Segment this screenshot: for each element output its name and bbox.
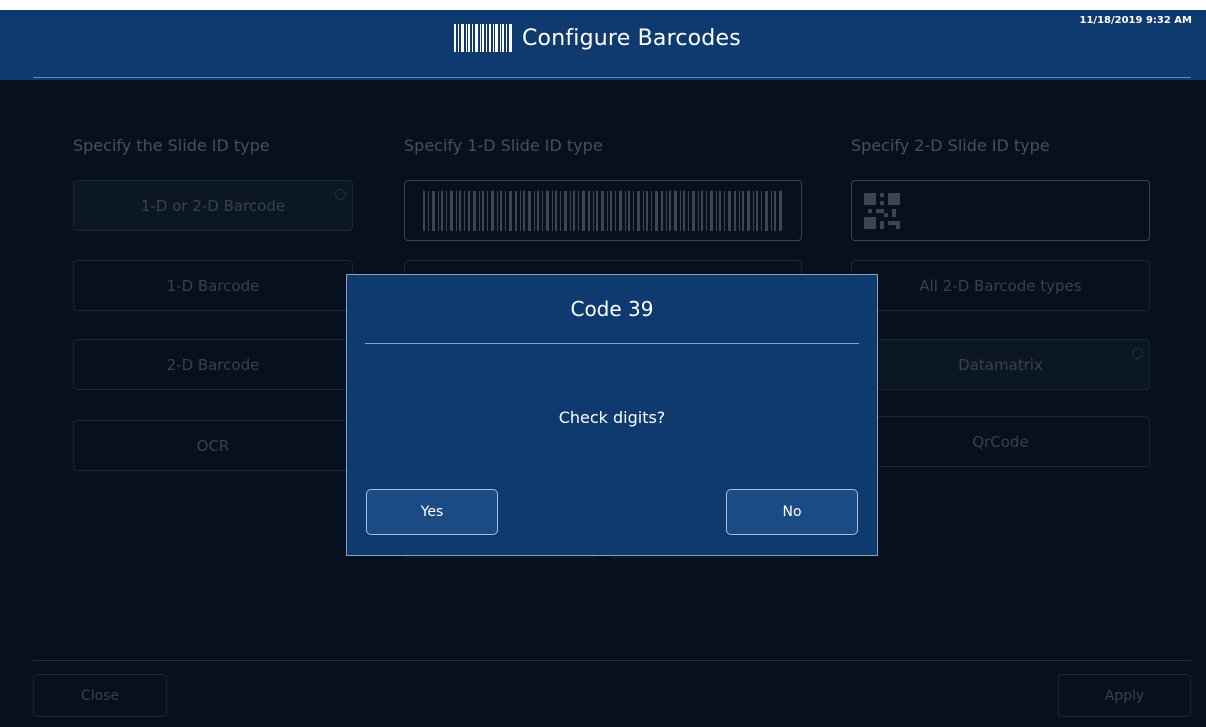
title-group: Configure Barcodes bbox=[454, 24, 741, 52]
yes-button[interactable]: Yes bbox=[366, 489, 498, 535]
slide-id-heading: Specify the Slide ID type bbox=[73, 136, 270, 155]
apply-button[interactable]: Apply bbox=[1058, 674, 1191, 717]
configure-barcodes-window: Configure Barcodes 11/18/2019 9:32 AM Sp… bbox=[0, 10, 1206, 727]
option-label: 2-D Barcode bbox=[166, 355, 260, 374]
qrcode-preview-icon bbox=[864, 192, 900, 229]
option-1d-barcode[interactable]: 1-D Barcode bbox=[73, 260, 353, 311]
option-2d-barcode[interactable]: 2-D Barcode bbox=[73, 339, 353, 390]
option-ocr[interactable]: OCR bbox=[73, 420, 353, 471]
option-label: All 2-D Barcode types bbox=[919, 276, 1082, 295]
radio-selected-icon bbox=[335, 189, 346, 200]
option-label: 1-D Barcode bbox=[166, 276, 260, 295]
option-label: OCR bbox=[196, 436, 230, 455]
option-label: Datamatrix bbox=[958, 355, 1043, 374]
no-button[interactable]: No bbox=[726, 489, 858, 535]
two-d-preview-field bbox=[851, 180, 1150, 241]
close-button[interactable]: Close bbox=[33, 674, 167, 717]
one-d-heading: Specify 1-D Slide ID type bbox=[404, 136, 603, 155]
dialog-title: Code 39 bbox=[570, 297, 654, 321]
check-digits-dialog: Code 39 Check digits? Yes No bbox=[346, 274, 878, 556]
header-bar: Configure Barcodes 11/18/2019 9:32 AM bbox=[0, 10, 1206, 80]
dialog-message: Check digits? bbox=[558, 408, 666, 427]
header-divider bbox=[33, 77, 1191, 78]
dialog-divider bbox=[365, 343, 859, 344]
option-label: QrCode bbox=[972, 432, 1029, 451]
footer-divider bbox=[33, 660, 1191, 661]
option-1d-or-2d[interactable]: 1-D or 2-D Barcode bbox=[73, 180, 353, 231]
barcode-preview-icon bbox=[423, 190, 782, 231]
radio-selected-icon bbox=[1132, 348, 1143, 359]
barcode-icon bbox=[454, 24, 512, 52]
page-title: Configure Barcodes bbox=[522, 25, 741, 51]
option-label: 1-D or 2-D Barcode bbox=[140, 196, 286, 215]
one-d-preview-field bbox=[404, 180, 802, 241]
datetime-label: 11/18/2019 9:32 AM bbox=[1079, 15, 1193, 26]
two-d-heading: Specify 2-D Slide ID type bbox=[851, 136, 1050, 155]
option-datamatrix[interactable]: Datamatrix bbox=[851, 339, 1150, 390]
option-all-2d-types[interactable]: All 2-D Barcode types bbox=[851, 260, 1150, 311]
option-qrcode[interactable]: QrCode bbox=[851, 416, 1150, 467]
